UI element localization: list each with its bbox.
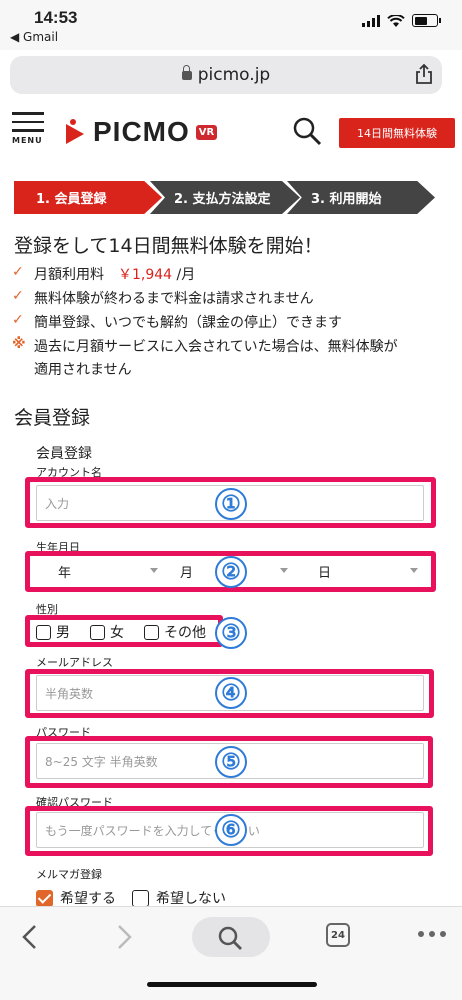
logo-badge: VR bbox=[195, 124, 218, 140]
step-3: 3. 利用開始 bbox=[287, 181, 435, 214]
note-mark: ※ bbox=[12, 336, 26, 352]
feature-item: ✓ 無料体験が終わるまで料金は請求されません bbox=[12, 288, 314, 307]
forward-arrow-icon[interactable] bbox=[112, 923, 136, 951]
hamburger-icon bbox=[12, 112, 44, 115]
logo[interactable]: PICMO VR bbox=[63, 116, 218, 148]
search-icon[interactable] bbox=[292, 116, 322, 146]
progress-steps: 3. 利用開始 2. 支払方法設定 1. 会員登録 bbox=[14, 181, 435, 214]
price: ￥1,944 bbox=[118, 267, 173, 283]
feature-item: ✓ 月額利用料 ￥1,944 /月 bbox=[12, 264, 196, 283]
url-text: picmo.jp bbox=[197, 65, 271, 85]
newsletter-label: メルマガ登録 bbox=[36, 868, 102, 881]
logo-play-icon bbox=[66, 119, 84, 144]
lock-icon bbox=[181, 65, 192, 80]
form-title: 会員登録 bbox=[36, 446, 92, 462]
site-header: MENU PICMO VR 14日間無料体験 bbox=[0, 104, 462, 164]
page-title: 登録をして14日間無料体験を開始！ bbox=[14, 235, 323, 257]
newsletter-no-checkbox[interactable]: 希望しない bbox=[132, 888, 226, 908]
feature-note: ※ 過去に月額サービスに入会されていた場合は、無料体験が bbox=[12, 336, 398, 355]
signal-icon bbox=[362, 14, 380, 27]
back-arrow-icon[interactable] bbox=[18, 923, 42, 951]
checked-icon bbox=[36, 889, 53, 907]
wifi-icon bbox=[387, 14, 405, 27]
address-bar[interactable]: picmo.jp bbox=[10, 56, 442, 94]
highlight-box-3 bbox=[25, 615, 223, 647]
logo-text: PICMO bbox=[93, 116, 190, 147]
share-icon[interactable] bbox=[412, 62, 436, 86]
email-label: メールアドレス bbox=[36, 656, 113, 669]
check-icon: ✓ bbox=[12, 312, 24, 328]
home-indicator bbox=[147, 982, 317, 987]
feature-item: ✓ 簡単登録、いつでも解約（課金の停止）できます bbox=[12, 312, 342, 331]
section-title: 会員登録 bbox=[14, 407, 91, 429]
newsletter-yes-checkbox[interactable]: 希望する bbox=[36, 888, 116, 908]
check-icon: ✓ bbox=[12, 288, 24, 304]
step-2: 2. 支払方法設定 bbox=[150, 181, 300, 214]
more-icon[interactable] bbox=[418, 931, 446, 937]
toolbar-search-button[interactable] bbox=[192, 917, 270, 957]
status-time: 14:53 bbox=[34, 8, 78, 27]
status-bar: 14:53 ◀ Gmail bbox=[0, 0, 462, 50]
tabs-button[interactable]: 24 bbox=[326, 923, 350, 947]
annotation-number: ② bbox=[215, 556, 247, 588]
annotation-number: ④ bbox=[215, 677, 247, 709]
free-trial-button[interactable]: 14日間無料体験 bbox=[339, 118, 455, 148]
annotation-number: ③ bbox=[215, 617, 247, 649]
annotation-number: ⑥ bbox=[215, 814, 247, 846]
status-icons bbox=[362, 14, 441, 27]
url-display[interactable]: picmo.jp bbox=[10, 65, 442, 85]
battery-icon bbox=[412, 14, 441, 27]
step-1-active: 1. 会員登録 bbox=[14, 181, 162, 214]
annotation-number: ① bbox=[215, 488, 247, 520]
search-icon bbox=[218, 926, 242, 950]
back-to-app-link[interactable]: ◀ Gmail bbox=[10, 30, 58, 44]
menu-button[interactable]: MENU bbox=[12, 112, 46, 152]
menu-label: MENU bbox=[12, 135, 43, 145]
feature-note-cont: 適用されません bbox=[34, 362, 132, 378]
annotation-number: ⑤ bbox=[215, 746, 247, 778]
check-icon: ✓ bbox=[12, 264, 24, 280]
